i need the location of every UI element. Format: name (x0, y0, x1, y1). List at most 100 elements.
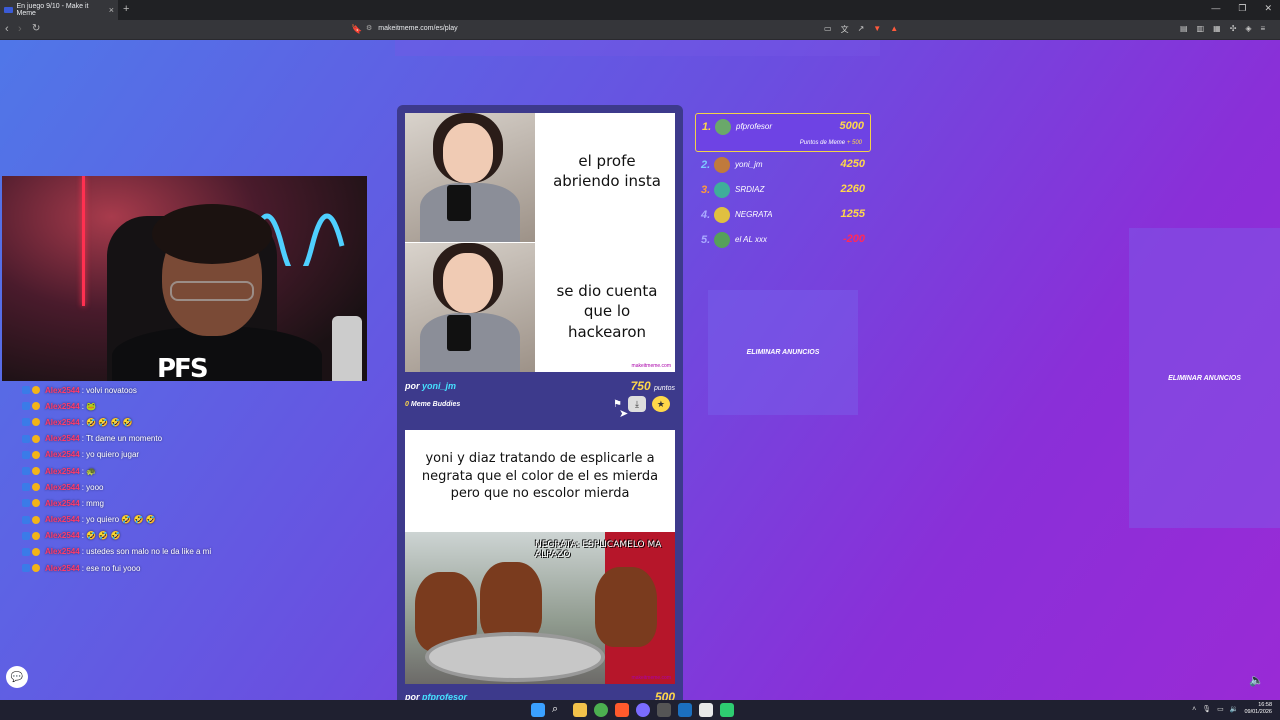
meme-card-1[interactable]: el profe abriendo insta se dio cuenta qu… (405, 113, 675, 372)
author-name[interactable]: pfprofesor (422, 692, 467, 700)
chat-username[interactable]: Alex2544 (45, 434, 80, 443)
chat-username[interactable]: Alex2544 (45, 531, 80, 540)
meme-top-text: el profe abriendo insta (553, 152, 661, 191)
extensions-icon[interactable]: ✣ (1230, 24, 1237, 33)
chat-bubble-icon[interactable]: 💬 (6, 666, 28, 688)
player-name: NEGRATA (735, 210, 773, 219)
restore-icon[interactable]: ❐ (1238, 3, 1246, 14)
meme-author: por yoni_jm (405, 381, 456, 391)
points-label: puntos (653, 385, 675, 392)
player-score: 5000 (839, 120, 864, 132)
new-tab-icon[interactable]: + (123, 3, 129, 15)
streamer-hair (152, 204, 272, 264)
sub-badge-icon (32, 450, 40, 459)
chat-message: Alex2544: 🐸 (22, 398, 252, 414)
sidebar-icon[interactable]: ▥ (1197, 24, 1205, 33)
close-tab-icon[interactable]: × (109, 5, 114, 15)
reader-icon[interactable]: ▤ (1180, 24, 1188, 33)
page-actions: ▭ 文 ↗ ▼ ▲ (824, 24, 898, 35)
network-icon[interactable]: ▭ (1217, 705, 1224, 713)
meme-photo-top (405, 113, 535, 242)
browser-tab[interactable]: En juego 9/10 - Make it Meme × (0, 0, 118, 20)
cast-icon[interactable]: ▭ (824, 24, 832, 35)
search-icon[interactable]: ⌕ (552, 703, 566, 717)
chat-username[interactable]: Alex2544 (45, 386, 80, 395)
share-icon[interactable]: ↗ (858, 24, 865, 35)
mod-badge-icon (22, 564, 30, 573)
site-info-icon[interactable]: ⚙ (366, 24, 372, 32)
leaderboard: 1. pfprofesor 5000 Puntos de Meme + 500 … (695, 113, 871, 252)
clock-time: 16:58 (1258, 702, 1272, 708)
app-icon[interactable] (657, 703, 671, 717)
discord-icon[interactable] (636, 703, 650, 717)
chat-username[interactable]: Alex2544 (45, 515, 80, 524)
avatar (714, 182, 730, 198)
reload-icon[interactable]: ↻ (32, 23, 40, 34)
menu-icon[interactable]: ≡ (1261, 24, 1266, 33)
speaker-icon[interactable]: 🔉 (1230, 705, 1239, 713)
chat-text: : 🤣 🤣 🤣 (81, 531, 121, 541)
vpn-icon[interactable]: ◈ (1245, 24, 1251, 33)
chat-username[interactable]: Alex2544 (45, 402, 80, 411)
chat-username[interactable]: Alex2544 (45, 418, 80, 427)
chat-message: Alex2544: Tt dame un momento (22, 431, 252, 447)
author-prefix: por (405, 381, 420, 391)
player-name: SRDIAZ (735, 185, 765, 194)
minimize-icon[interactable]: — (1211, 3, 1220, 14)
wallet-icon[interactable]: ▦ (1213, 24, 1221, 33)
remove-ads-link[interactable]: ELIMINAR ANUNCIOS (1168, 375, 1241, 382)
meme-feed[interactable]: el profe abriendo insta se dio cuenta qu… (397, 105, 683, 700)
avatar (714, 232, 730, 248)
volume-icon[interactable]: 🔈 (1249, 673, 1264, 687)
meme-bottom-text: se dio cuenta que lo hackearon (556, 282, 658, 341)
stream-chat: Alex2544: volvi novatoos Alex2544: 🐸 Alex2… (22, 382, 252, 576)
sub-badge-icon (32, 515, 40, 524)
sub-badge-icon (32, 386, 40, 395)
meme-watermark: makeitmeme.com (631, 675, 671, 681)
avatar (715, 119, 731, 135)
chrome-icon[interactable] (594, 703, 608, 717)
translate-icon[interactable]: 文 (841, 24, 849, 35)
buddies-count: 0 (405, 401, 409, 408)
chat-username[interactable]: Alex2544 (45, 547, 80, 556)
chat-text: : 🐢 (81, 466, 97, 476)
player-score: 4250 (840, 158, 865, 170)
chat-message: Alex2544: 🐢 (22, 463, 252, 479)
chat-username[interactable]: Alex2544 (45, 467, 80, 476)
download-button[interactable]: ⤓ (627, 396, 646, 412)
back-icon[interactable]: ‹ (5, 23, 9, 35)
brave-shield-icon[interactable]: ▼ (873, 24, 881, 35)
rewards-icon[interactable]: ▲ (890, 24, 898, 35)
meme-top-text: yoni y diaz tratando de esplicarle a neg… (421, 451, 659, 502)
windows-taskbar: ⌕ ˄ 🎙 ▭ 🔉 16:58 09/01/2026 (0, 700, 1280, 720)
sub-badge-icon (32, 434, 40, 443)
tray-chevron-icon[interactable]: ˄ (1192, 706, 1196, 713)
chat-text: : yooo (81, 482, 104, 492)
start-icon[interactable] (531, 703, 545, 717)
brave-icon[interactable] (615, 703, 629, 717)
makeitmeme-favicon-icon (4, 7, 13, 13)
chat-username[interactable]: Alex2544 (45, 483, 80, 492)
file-explorer-icon[interactable] (573, 703, 587, 717)
meme-card-2[interactable]: yoni y diaz tratando de esplicarle a neg… (405, 430, 675, 684)
meme-photo-bottom (405, 243, 535, 372)
obs-icon[interactable] (720, 703, 734, 717)
close-window-icon[interactable]: ✕ (1264, 3, 1272, 14)
chat-username[interactable]: Alex2544 (45, 450, 80, 459)
author-name[interactable]: yoni_jm (422, 381, 456, 391)
mic-icon[interactable]: 🎙 (1202, 705, 1211, 713)
remove-ads-link[interactable]: ELIMINAR ANUNCIOS (747, 349, 820, 356)
sub-badge-icon (32, 418, 40, 427)
favorite-button[interactable]: ★ (651, 396, 670, 412)
forward-icon[interactable]: › (18, 23, 22, 35)
chat-username[interactable]: Alex2544 (45, 499, 80, 508)
capcut-icon[interactable] (699, 703, 713, 717)
ad-placeholder[interactable]: ELIMINAR ANUNCIOS (708, 290, 858, 415)
steam-icon[interactable] (678, 703, 692, 717)
ad-placeholder[interactable]: ELIMINAR ANUNCIOS (1129, 228, 1280, 528)
url-field[interactable]: ⚙ makeitmeme.com/es/play (366, 24, 458, 33)
clock[interactable]: 16:58 09/01/2026 (1244, 702, 1272, 716)
bookmark-icon[interactable]: 🔖 (351, 24, 362, 35)
chat-username[interactable]: Alex2544 (45, 564, 80, 573)
mod-badge-icon (22, 434, 30, 443)
